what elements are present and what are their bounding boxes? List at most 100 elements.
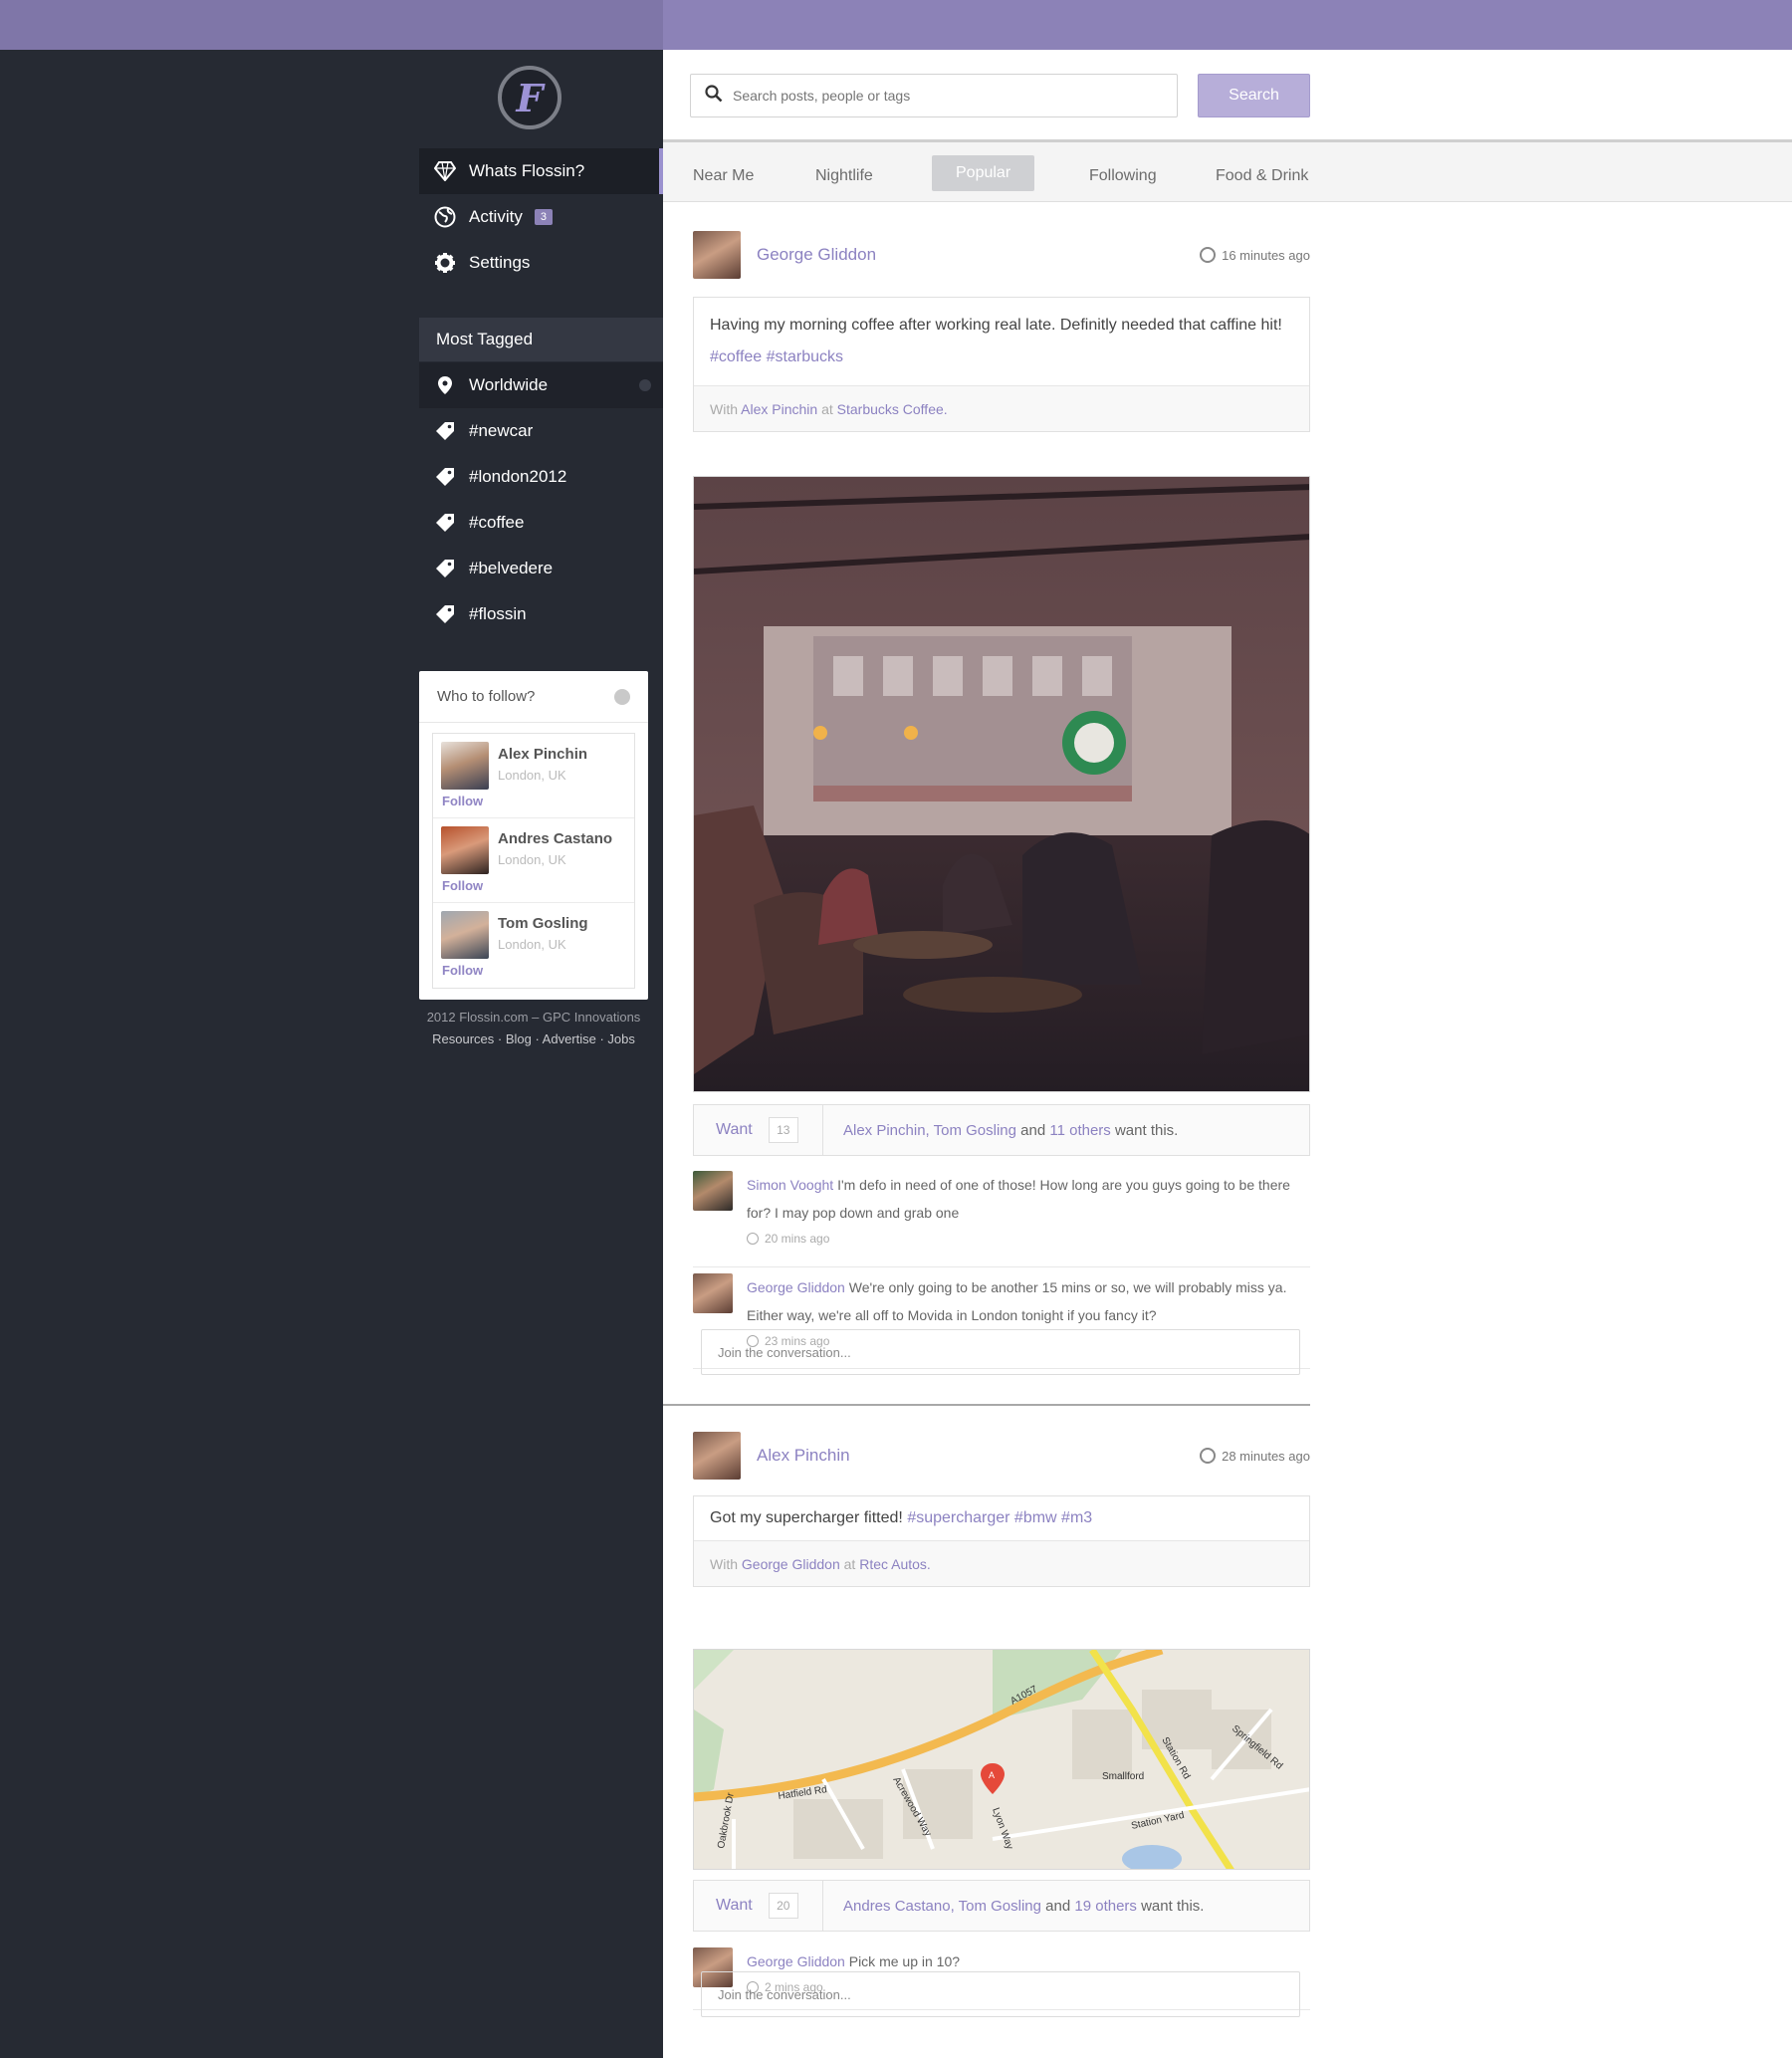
- with-person-link[interactable]: George Gliddon: [742, 1556, 840, 1572]
- most-tagged-list: Worldwide #newcar #london2012 #coffee #b…: [419, 362, 663, 637]
- follow-button[interactable]: Follow: [442, 878, 483, 893]
- refresh-icon[interactable]: [614, 688, 630, 705]
- who-to-follow-panel: Who to follow? Alex Pinchin London, UK F…: [419, 671, 648, 1000]
- post-with: With Alex Pinchin at Starbucks Coffee.: [694, 385, 1309, 431]
- want-others-link[interactable]: 11 others: [1049, 1122, 1110, 1139]
- post-text: Having my morning coffee after working r…: [694, 298, 1309, 385]
- with-person-link[interactable]: Alex Pinchin: [741, 401, 817, 417]
- app-logo[interactable]: F: [498, 66, 561, 129]
- comment-timestamp: 20 mins ago: [747, 1229, 1304, 1249]
- comment-text: Pick me up in 10?: [848, 1953, 961, 1969]
- tag-icon: [435, 422, 455, 440]
- tag-newcar[interactable]: #newcar: [419, 408, 663, 454]
- who-to-follow-list: Alex Pinchin London, UK Follow Andres Ca…: [432, 733, 635, 989]
- tag-label: #coffee: [469, 513, 525, 532]
- tab-nightlife[interactable]: Nightlife: [815, 158, 873, 194]
- at-word: at: [843, 1556, 856, 1572]
- place-link[interactable]: Rtec Autos.: [859, 1556, 931, 1572]
- gear-icon: [433, 251, 457, 275]
- suggestion-name[interactable]: Andres Castano: [498, 830, 612, 847]
- post-timestamp: 16 minutes ago: [1200, 247, 1310, 263]
- avatar[interactable]: [693, 1171, 733, 1211]
- comment-author[interactable]: George Gliddon: [747, 1279, 845, 1295]
- feed-tabs: Near Me Nightlife Popular Following Food…: [663, 139, 1792, 202]
- nav-item-settings[interactable]: Settings: [419, 240, 663, 286]
- post-text: Got my supercharger fitted! #supercharge…: [694, 1496, 1309, 1540]
- tab-near-me[interactable]: Near Me: [693, 158, 754, 194]
- nav-item-label: Activity: [469, 207, 523, 226]
- tag-coffee[interactable]: #coffee: [419, 500, 663, 546]
- suggestion-name[interactable]: Alex Pinchin: [498, 746, 587, 763]
- main-nav: Whats Flossin? Activity 3 Settings: [419, 148, 663, 286]
- globe-icon: [433, 205, 457, 229]
- tag-label: Worldwide: [469, 375, 549, 394]
- want-names-link[interactable]: Andres Castano, Tom Gosling: [843, 1898, 1041, 1915]
- comment-time-text: 20 mins ago: [765, 1232, 830, 1246]
- gear-icon[interactable]: [639, 379, 651, 391]
- tag-london2012[interactable]: #london2012: [419, 454, 663, 500]
- avatar[interactable]: [441, 826, 489, 874]
- suggestion-location: London, UK: [498, 937, 566, 952]
- map: Hatfield Rd A1057 Station Rd Springfield…: [694, 1650, 1309, 1869]
- search-box[interactable]: [690, 74, 1178, 117]
- tab-popular[interactable]: Popular: [932, 155, 1035, 191]
- footer-links[interactable]: Resources · Blog · Advertise · Jobs: [419, 1031, 648, 1046]
- want-names-link[interactable]: Alex Pinchin, Tom Gosling: [843, 1122, 1016, 1139]
- footer-copyright: 2012 Flossin.com – GPC Innovations: [426, 1010, 641, 1025]
- post-photo[interactable]: [693, 476, 1310, 1092]
- post-map[interactable]: Hatfield Rd A1057 Station Rd Springfield…: [693, 1649, 1310, 1870]
- post-hashtags[interactable]: #supercharger #bmw #m3: [907, 1509, 1092, 1526]
- nav-item-whats-flossin[interactable]: Whats Flossin?: [419, 148, 663, 194]
- tab-following[interactable]: Following: [1089, 158, 1157, 194]
- post-author[interactable]: Alex Pinchin: [757, 1446, 850, 1466]
- avatar[interactable]: [693, 1273, 733, 1313]
- most-tagged-heading: Most Tagged: [419, 318, 663, 361]
- search-input[interactable]: [733, 88, 1151, 104]
- clock-icon: [747, 1233, 759, 1245]
- tag-belvedere[interactable]: #belvedere: [419, 546, 663, 591]
- follow-suggestion: Andres Castano London, UK Follow: [433, 818, 634, 903]
- want-summary: Alex Pinchin, Tom Gosling and 11 others …: [823, 1122, 1178, 1139]
- join-conversation-input[interactable]: Join the conversation...: [701, 1329, 1300, 1375]
- join-conversation-input[interactable]: Join the conversation...: [701, 1971, 1300, 2017]
- post-with: With George Gliddon at Rtec Autos.: [694, 1540, 1309, 1586]
- want-button[interactable]: Want 20: [694, 1881, 823, 1931]
- avatar[interactable]: [693, 1432, 741, 1480]
- want-others-link[interactable]: 19 others: [1074, 1898, 1137, 1915]
- search-button[interactable]: Search: [1198, 74, 1310, 117]
- want-bar: Want 20 Andres Castano, Tom Gosling and …: [693, 1880, 1310, 1932]
- tag-icon: [435, 514, 455, 532]
- post-divider: [663, 1404, 1310, 1406]
- suggestion-location: London, UK: [498, 768, 566, 783]
- want-button[interactable]: Want 13: [694, 1105, 823, 1155]
- post-card: Having my morning coffee after working r…: [693, 297, 1310, 432]
- avatar[interactable]: [693, 231, 741, 279]
- post-time-text: 28 minutes ago: [1222, 1448, 1310, 1464]
- want-summary: Andres Castano, Tom Gosling and 19 other…: [823, 1898, 1204, 1915]
- activity-count-badge: 3: [534, 209, 553, 225]
- post: George Gliddon 16 minutes ago Having my …: [693, 231, 1310, 1426]
- top-bar-left: [0, 0, 663, 50]
- post-author[interactable]: George Gliddon: [757, 245, 876, 265]
- place-link[interactable]: Starbucks Coffee.: [837, 401, 948, 417]
- who-to-follow-header: Who to follow?: [419, 671, 648, 723]
- tag-label: #london2012: [469, 467, 567, 486]
- post-hashtags[interactable]: #coffee #starbucks: [710, 348, 843, 365]
- comment-author[interactable]: George Gliddon: [747, 1953, 845, 1969]
- follow-suggestion: Alex Pinchin London, UK Follow: [433, 734, 634, 818]
- with-prefix: With: [710, 1556, 738, 1572]
- comment-author[interactable]: Simon Vooght: [747, 1177, 833, 1193]
- nav-item-activity[interactable]: Activity 3: [419, 194, 663, 240]
- tag-flossin[interactable]: #flossin: [419, 591, 663, 637]
- tag-worldwide[interactable]: Worldwide: [419, 362, 663, 408]
- want-bar: Want 13 Alex Pinchin, Tom Gosling and 11…: [693, 1104, 1310, 1156]
- follow-button[interactable]: Follow: [442, 794, 483, 808]
- want-suffix: want this.: [1114, 1121, 1179, 1139]
- post-time-text: 16 minutes ago: [1222, 247, 1310, 263]
- want-count: 20: [768, 1893, 798, 1919]
- suggestion-name[interactable]: Tom Gosling: [498, 915, 588, 932]
- tab-food-drink[interactable]: Food & Drink: [1216, 158, 1308, 194]
- follow-button[interactable]: Follow: [442, 963, 483, 978]
- avatar[interactable]: [441, 742, 489, 790]
- avatar[interactable]: [441, 911, 489, 959]
